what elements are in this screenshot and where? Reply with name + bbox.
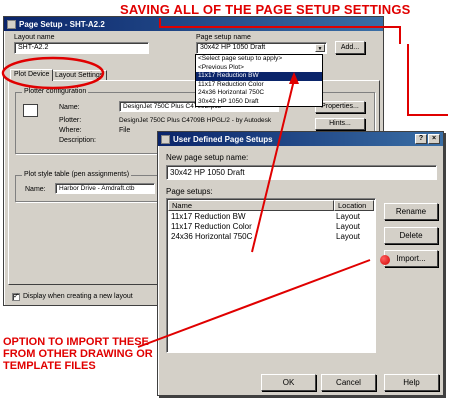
app-icon [161, 134, 170, 144]
import-callout: OPTION TO IMPORT THESE FROM OTHER DRAWIN… [3, 336, 153, 372]
dropdown-option-selected[interactable]: 11x17 Reduction BW [196, 72, 322, 81]
description-label: Description: [59, 137, 96, 144]
import-button[interactable]: Import... [384, 250, 438, 267]
close-icon[interactable]: × [428, 134, 440, 144]
plotter-name-label: Name: [59, 104, 80, 111]
display-checkbox-label: Display when creating a new layout [23, 293, 133, 300]
list-item[interactable]: 24x36 Horizontal 750C Layout [167, 232, 375, 242]
right-bracket [407, 44, 448, 116]
plot-style-title: Plot style table (pen assignments) [22, 171, 132, 178]
help-icon[interactable]: ? [415, 134, 427, 144]
app-icon [7, 19, 16, 29]
layout-name-label: Layout name [14, 34, 55, 41]
user-dialog-title: User Defined Page Setups [173, 134, 273, 144]
new-name-input[interactable]: 30x42 HP 1050 Draft [166, 165, 437, 180]
user-dialog-titlebar[interactable]: User Defined Page Setups ? × [158, 132, 443, 146]
row-location: Layout [336, 232, 361, 241]
row-name: 11x17 Reduction Color [171, 222, 252, 231]
plotter-value: DesignJet 750C Plus C4709B HPGL/2 - by A… [119, 117, 272, 124]
import-highlight-dot [380, 255, 390, 265]
list-item[interactable]: 11x17 Reduction Color Layout [167, 222, 375, 232]
column-name[interactable]: Name [168, 200, 334, 211]
page-setups-label: Page setups: [166, 187, 213, 196]
row-location: Layout [336, 212, 361, 221]
cancel-button[interactable]: Cancel [321, 374, 376, 391]
tab-plot-device[interactable]: Plot Device [10, 69, 54, 81]
dropdown-option[interactable]: <Select page setup to apply> [196, 55, 322, 64]
row-name: 11x17 Reduction BW [171, 212, 246, 221]
new-name-label: New page setup name: [166, 153, 249, 162]
page-setups-list[interactable]: Name Location 11x17 Reduction BW Layout … [166, 198, 376, 353]
rename-button[interactable]: Rename [384, 203, 438, 220]
ok-button[interactable]: OK [261, 374, 316, 391]
plot-style-combo[interactable]: Harbor Drive - Amdraft.ctb [55, 183, 155, 194]
column-location[interactable]: Location [334, 200, 374, 211]
page-setup-name-label: Page setup name [196, 34, 251, 41]
delete-button[interactable]: Delete [384, 227, 438, 244]
dropdown-option[interactable]: 11x17 Reduction Color [196, 81, 322, 90]
plotter-icon [23, 104, 38, 117]
row-name: 24x36 Horizontal 750C [171, 232, 253, 241]
add-button[interactable]: Add... [335, 41, 365, 54]
dropdown-option[interactable]: 30x42 HP 1050 Draft [196, 98, 322, 107]
plotter-label: Plotter: [59, 117, 82, 124]
page-setup-dropdown-list[interactable]: <Select page setup to apply> <Previous P… [195, 54, 323, 107]
page-setup-name-combo[interactable]: 30x42 HP 1050 Draft ▼ [196, 42, 327, 54]
page-setup-titlebar[interactable]: Page Setup - SHT-A2.2 [4, 17, 383, 31]
list-header: Name Location [168, 200, 374, 211]
plotter-config-title: Plotter configuration [22, 88, 89, 95]
hints-button[interactable]: Hints... [315, 118, 365, 130]
plot-style-value: Harbor Drive - Amdraft.ctb [59, 185, 135, 192]
page-setup-title: Page Setup - SHT-A2.2 [19, 19, 105, 29]
display-checkbox[interactable]: ✓ [12, 293, 20, 301]
chevron-down-icon[interactable]: ▼ [315, 44, 325, 52]
page-setup-name-value: 30x42 HP 1050 Draft [200, 44, 266, 51]
where-value: File [119, 127, 131, 134]
user-defined-dialog: User Defined Page Setups ? × New page se… [157, 131, 444, 396]
list-item[interactable]: 11x17 Reduction BW Layout [167, 212, 375, 222]
help-button[interactable]: Help [384, 374, 439, 391]
layout-name-field[interactable]: SHT-A2.2 [14, 42, 149, 54]
where-label: Where: [59, 127, 82, 134]
dropdown-option[interactable]: <Previous Plot> [196, 64, 322, 73]
row-location: Layout [336, 222, 361, 231]
plot-style-name-label: Name: [25, 186, 46, 193]
headline: SAVING ALL OF THE PAGE SETUP SETTINGS [120, 2, 411, 17]
dropdown-option[interactable]: 24x36 Horizontal 750C [196, 89, 322, 98]
